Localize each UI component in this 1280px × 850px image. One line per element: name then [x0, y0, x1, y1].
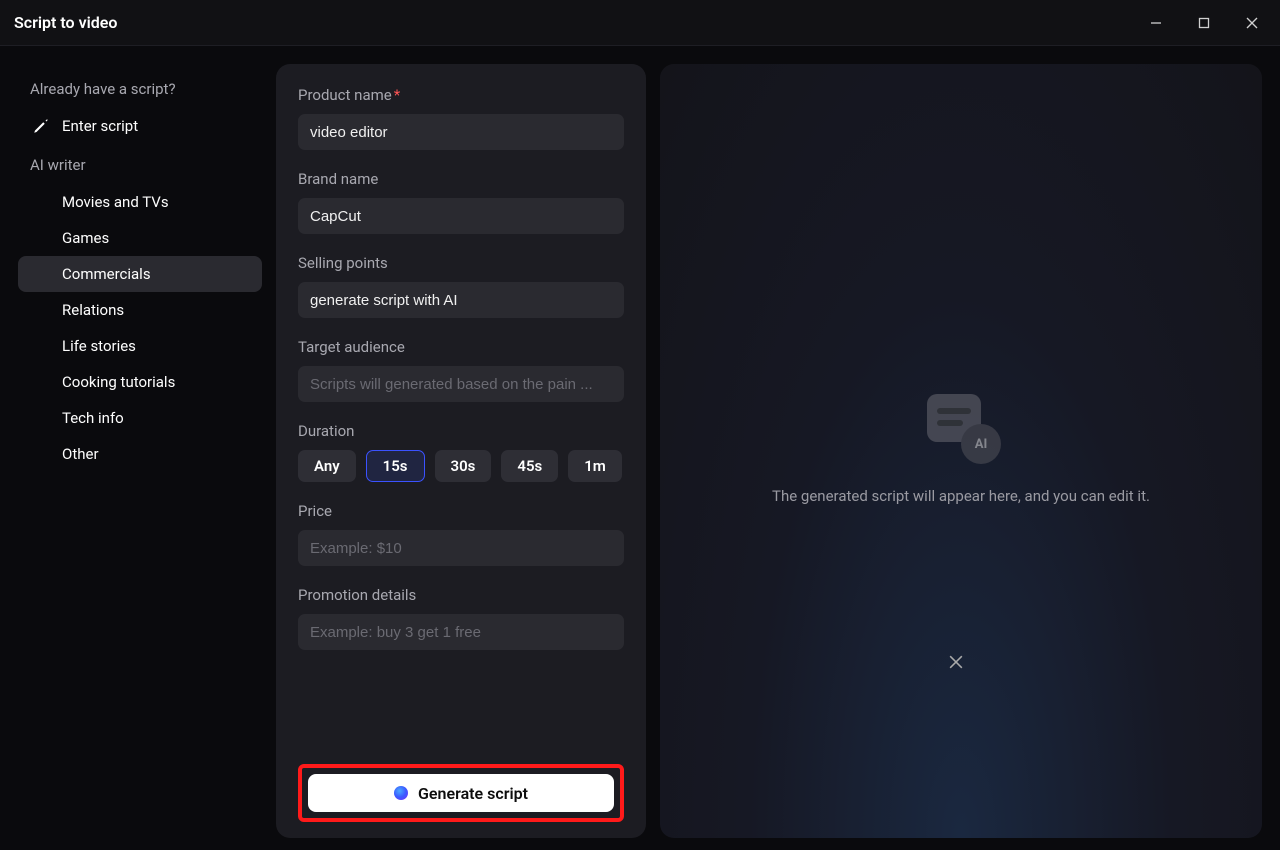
- duration-option-any[interactable]: Any: [298, 450, 356, 482]
- enter-script-item[interactable]: Enter script: [18, 108, 262, 144]
- sidebar-item-life-stories[interactable]: Life stories: [18, 328, 262, 364]
- sidebar-heading-ai: AI writer: [18, 144, 262, 184]
- close-icon: [949, 655, 963, 669]
- minimize-button[interactable]: [1138, 9, 1174, 37]
- form-panel: Product name* Brand name Selling points …: [276, 64, 646, 838]
- sidebar-heading-existing: Already have a script?: [18, 68, 262, 108]
- preview-close-button[interactable]: [949, 654, 973, 678]
- sidebar-item-other[interactable]: Other: [18, 436, 262, 472]
- sidebar-item-tech-info[interactable]: Tech info: [18, 400, 262, 436]
- price-input[interactable]: [298, 530, 624, 566]
- duration-option-15s[interactable]: 15s: [366, 450, 425, 482]
- product-name-input[interactable]: [298, 114, 624, 150]
- sidebar-item-commercials[interactable]: Commercials: [18, 256, 262, 292]
- generate-script-label: Generate script: [418, 784, 528, 803]
- promotion-label: Promotion details: [298, 586, 624, 604]
- price-label: Price: [298, 502, 624, 520]
- pencil-icon: [32, 117, 50, 135]
- sidebar-item-cooking[interactable]: Cooking tutorials: [18, 364, 262, 400]
- generate-script-button[interactable]: Generate script: [308, 774, 614, 812]
- preview-panel: AI The generated script will appear here…: [660, 64, 1262, 838]
- generate-highlight: Generate script: [298, 764, 624, 822]
- sidebar-item-label: Tech info: [62, 409, 124, 427]
- ai-sparkle-icon: [394, 786, 408, 800]
- sidebar-item-games[interactable]: Games: [18, 220, 262, 256]
- window-controls: [1138, 0, 1270, 45]
- titlebar: Script to video: [0, 0, 1280, 46]
- target-audience-label: Target audience: [298, 338, 624, 356]
- selling-points-input[interactable]: [298, 282, 624, 318]
- close-icon: [1246, 17, 1258, 29]
- close-button[interactable]: [1234, 9, 1270, 37]
- preview-empty-text: The generated script will appear here, a…: [772, 486, 1150, 508]
- maximize-icon: [1198, 17, 1210, 29]
- brand-name-label: Brand name: [298, 170, 624, 188]
- brand-name-input[interactable]: [298, 198, 624, 234]
- window-title: Script to video: [14, 13, 117, 32]
- target-audience-input[interactable]: [298, 366, 624, 402]
- sidebar-item-label: Life stories: [62, 337, 136, 355]
- sidebar-item-movies[interactable]: Movies and TVs: [18, 184, 262, 220]
- preview-empty-icon: AI: [921, 394, 1001, 464]
- sidebar-item-label: Movies and TVs: [62, 193, 169, 211]
- sidebar-item-label: Commercials: [62, 265, 151, 283]
- maximize-button[interactable]: [1186, 9, 1222, 37]
- sidebar: Already have a script? Enter script AI w…: [18, 64, 262, 838]
- sidebar-item-relations[interactable]: Relations: [18, 292, 262, 328]
- sidebar-item-label: Relations: [62, 301, 124, 319]
- sidebar-item-label: Cooking tutorials: [62, 373, 175, 391]
- minimize-icon: [1150, 17, 1162, 29]
- product-name-label: Product name*: [298, 86, 624, 104]
- duration-label: Duration: [298, 422, 624, 440]
- selling-points-label: Selling points: [298, 254, 624, 272]
- sidebar-item-label: Games: [62, 229, 109, 247]
- duration-option-1m[interactable]: 1m: [568, 450, 622, 482]
- enter-script-label: Enter script: [62, 117, 138, 135]
- duration-chips: Any 15s 30s 45s 1m: [298, 450, 624, 482]
- duration-option-30s[interactable]: 30s: [435, 450, 492, 482]
- ai-badge-icon: AI: [961, 424, 1001, 464]
- duration-option-45s[interactable]: 45s: [501, 450, 558, 482]
- sidebar-item-label: Other: [62, 445, 99, 463]
- promotion-input[interactable]: [298, 614, 624, 650]
